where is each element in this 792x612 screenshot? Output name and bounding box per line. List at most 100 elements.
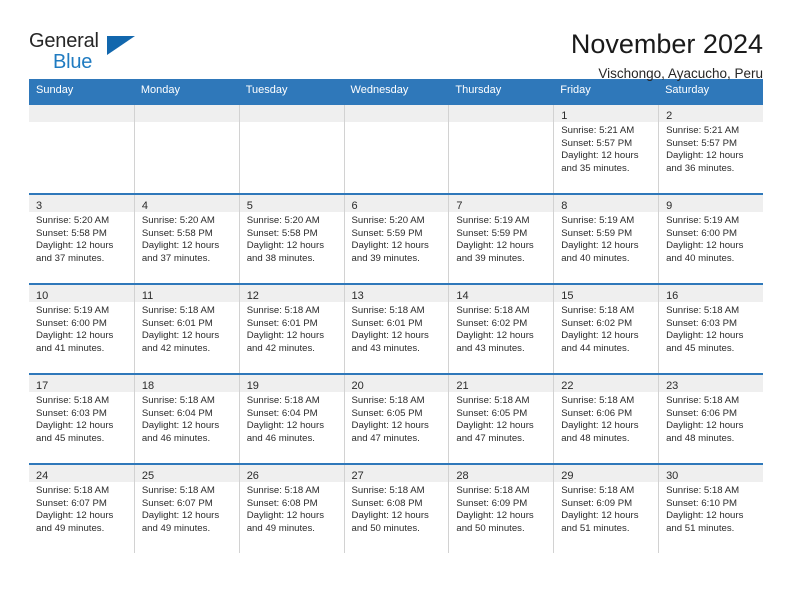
calendar-day-cell[interactable]: 27 Sunrise: 5:18 AM Sunset: 6:08 PM Dayligh… (343, 463, 449, 554)
calendar-day-cell (29, 103, 134, 194)
daylight-duration-line1: Daylight: 12 hours (456, 330, 534, 342)
calendar-day-cell[interactable]: 15 Sunrise: 5:18 AM Sunset: 6:02 PM Dayligh… (553, 283, 659, 374)
calendar-day-cell[interactable]: 21 Sunrise: 5:18 AM Sunset: 6:05 PM Dayligh… (448, 373, 554, 464)
sunrise-time: Sunrise: 5:18 AM (351, 485, 425, 496)
calendar-day-cell[interactable]: 11 Sunrise: 5:18 AM Sunset: 6:01 PM Dayligh… (133, 283, 239, 374)
sunset-time: Sunset: 5:58 PM (246, 227, 318, 239)
calendar-day-cell[interactable]: 29 Sunrise: 5:18 AM Sunset: 6:09 PM Dayligh… (553, 463, 659, 554)
day-number: 1 (561, 110, 568, 122)
day-details: Sunrise: 5:18 AM Sunset: 6:01 PM Daylight:… (345, 302, 449, 355)
calendar-day-cell[interactable]: 30 Sunrise: 5:18 AM Sunset: 6:10 PM Dayligh… (658, 463, 763, 554)
sunrise-time: Sunrise: 5:18 AM (456, 485, 530, 496)
day-details: Sunrise: 5:18 AM Sunset: 6:07 PM Daylight:… (135, 482, 239, 535)
sunrise-time: Sunrise: 5:18 AM (456, 395, 530, 406)
sunset-time: Sunset: 6:04 PM (246, 407, 318, 419)
day-number: 12 (246, 290, 259, 302)
day-cell-content: 18 Sunrise: 5:18 AM Sunset: 6:04 PM Dayligh… (133, 375, 239, 463)
day-cell-content: 25 Sunrise: 5:18 AM Sunset: 6:07 PM Dayligh… (133, 465, 239, 553)
calendar-day-cell[interactable]: 6 Sunrise: 5:20 AM Sunset: 5:59 PM Daylight… (343, 193, 449, 284)
sunset-time: Sunset: 6:07 PM (141, 497, 213, 509)
day-number: 6 (351, 200, 358, 212)
calendar-day-cell[interactable]: 7 Sunrise: 5:19 AM Sunset: 5:59 PM Daylight… (448, 193, 554, 284)
calendar-day-cell[interactable]: 9 Sunrise: 5:19 AM Sunset: 6:00 PM Daylight… (658, 193, 763, 284)
calendar-day-cell[interactable]: 19 Sunrise: 5:18 AM Sunset: 6:04 PM Dayligh… (238, 373, 344, 464)
day-details: Sunrise: 5:20 AM Sunset: 5:59 PM Daylight:… (345, 212, 449, 265)
day-cell-content: 27 Sunrise: 5:18 AM Sunset: 6:08 PM Dayligh… (343, 465, 449, 553)
day-number: 30 (666, 470, 679, 482)
sunset-time: Sunset: 5:57 PM (561, 137, 633, 149)
calendar-day-cell[interactable]: 3 Sunrise: 5:20 AM Sunset: 5:58 PM Daylight… (29, 193, 134, 284)
daylight-duration-line2: and 50 minutes. (351, 522, 420, 534)
sunrise-time: Sunrise: 5:18 AM (561, 305, 635, 316)
weekday-header-sunday: Sunday (29, 79, 134, 104)
day-details: Sunrise: 5:18 AM Sunset: 6:09 PM Daylight:… (449, 482, 553, 535)
day-number: 23 (666, 380, 679, 392)
calendar-day-cell[interactable]: 17 Sunrise: 5:18 AM Sunset: 6:03 PM Dayligh… (29, 373, 134, 464)
day-cell-content: 30 Sunrise: 5:18 AM Sunset: 6:10 PM Dayligh… (658, 465, 763, 553)
calendar-day-cell[interactable]: 12 Sunrise: 5:18 AM Sunset: 6:01 PM Dayligh… (238, 283, 344, 374)
sunrise-time: Sunrise: 5:18 AM (561, 395, 635, 406)
day-details: Sunrise: 5:18 AM Sunset: 6:07 PM Daylight:… (29, 482, 134, 535)
day-cell-content: 14 Sunrise: 5:18 AM Sunset: 6:02 PM Dayligh… (448, 285, 554, 373)
daylight-duration-line1: Daylight: 12 hours (36, 240, 114, 252)
calendar-day-cell[interactable]: 20 Sunrise: 5:18 AM Sunset: 6:05 PM Dayligh… (343, 373, 449, 464)
daylight-duration-line2: and 46 minutes. (246, 432, 315, 444)
sunrise-time: Sunrise: 5:20 AM (36, 215, 110, 226)
day-cell-content: 29 Sunrise: 5:18 AM Sunset: 6:09 PM Dayligh… (553, 465, 659, 553)
day-cell-content: 21 Sunrise: 5:18 AM Sunset: 6:05 PM Dayligh… (448, 375, 554, 463)
day-number-band: 17 (29, 375, 134, 392)
calendar-day-cell[interactable]: 23 Sunrise: 5:18 AM Sunset: 6:06 PM Dayligh… (658, 373, 763, 464)
sunrise-time: Sunrise: 5:21 AM (561, 125, 635, 136)
day-number-band: 1 (554, 105, 659, 122)
day-cell-content: 12 Sunrise: 5:18 AM Sunset: 6:01 PM Dayligh… (238, 285, 344, 373)
day-cell-content: 24 Sunrise: 5:18 AM Sunset: 6:07 PM Dayligh… (29, 465, 134, 553)
calendar-day-cell[interactable]: 14 Sunrise: 5:18 AM Sunset: 6:02 PM Dayligh… (448, 283, 554, 374)
daylight-duration-line1: Daylight: 12 hours (36, 420, 114, 432)
day-details: Sunrise: 5:18 AM Sunset: 6:03 PM Daylight:… (29, 392, 134, 445)
calendar-day-cell[interactable]: 16 Sunrise: 5:18 AM Sunset: 6:03 PM Dayligh… (658, 283, 763, 374)
sunrise-time: Sunrise: 5:18 AM (666, 305, 740, 316)
day-details: Sunrise: 5:18 AM Sunset: 6:08 PM Daylight:… (345, 482, 449, 535)
sunset-time: Sunset: 6:00 PM (36, 317, 107, 329)
day-number: 21 (456, 380, 469, 392)
sunset-time: Sunset: 6:00 PM (666, 227, 737, 239)
day-cell-content: 1 Sunrise: 5:21 AM Sunset: 5:57 PM Daylight… (553, 105, 659, 193)
calendar-day-cell[interactable]: 28 Sunrise: 5:18 AM Sunset: 6:09 PM Dayligh… (448, 463, 554, 554)
calendar-day-cell[interactable]: 13 Sunrise: 5:18 AM Sunset: 6:01 PM Dayligh… (343, 283, 449, 374)
calendar-week-row: 3 Sunrise: 5:20 AM Sunset: 5:58 PM Daylight… (29, 193, 763, 284)
calendar-day-cell[interactable]: 4 Sunrise: 5:20 AM Sunset: 5:58 PM Daylight… (133, 193, 239, 284)
day-number: 5 (246, 200, 253, 212)
sunset-time: Sunset: 5:58 PM (36, 227, 107, 239)
calendar-day-cell[interactable]: 10 Sunrise: 5:19 AM Sunset: 6:00 PM Dayligh… (29, 283, 134, 374)
day-cell-empty (343, 105, 449, 193)
calendar-day-cell[interactable]: 22 Sunrise: 5:18 AM Sunset: 6:06 PM Dayligh… (553, 373, 659, 464)
calendar-day-cell[interactable]: 5 Sunrise: 5:20 AM Sunset: 5:58 PM Daylight… (238, 193, 344, 284)
day-number-band: 22 (554, 375, 659, 392)
day-cell-content: 16 Sunrise: 5:18 AM Sunset: 6:03 PM Dayligh… (658, 285, 763, 373)
calendar-day-cell[interactable]: 1 Sunrise: 5:21 AM Sunset: 5:57 PM Daylight… (553, 103, 659, 194)
daylight-duration-line1: Daylight: 12 hours (456, 420, 534, 432)
sunrise-time: Sunrise: 5:19 AM (561, 215, 635, 226)
day-details: Sunrise: 5:18 AM Sunset: 6:01 PM Daylight:… (240, 302, 344, 355)
day-details: Sunrise: 5:18 AM Sunset: 6:09 PM Daylight:… (554, 482, 658, 535)
day-cell-content: 20 Sunrise: 5:18 AM Sunset: 6:05 PM Dayligh… (343, 375, 449, 463)
calendar-day-cell[interactable]: 8 Sunrise: 5:19 AM Sunset: 5:59 PM Daylight… (553, 193, 659, 284)
sunrise-time: Sunrise: 5:18 AM (246, 485, 320, 496)
day-cell-empty (448, 105, 554, 193)
general-blue-logo[interactable]: General Blue (29, 28, 145, 73)
sunrise-time: Sunrise: 5:18 AM (666, 395, 740, 406)
sunrise-time: Sunrise: 5:19 AM (666, 215, 740, 226)
sunrise-time: Sunrise: 5:20 AM (141, 215, 215, 226)
day-number-band: 19 (239, 375, 344, 392)
daylight-duration-line2: and 47 minutes. (351, 432, 420, 444)
logo-triangle-icon (107, 36, 135, 55)
calendar-day-cell[interactable]: 2 Sunrise: 5:21 AM Sunset: 5:57 PM Daylight… (658, 103, 763, 194)
daylight-duration-line2: and 39 minutes. (456, 252, 525, 264)
daylight-duration-line1: Daylight: 12 hours (666, 420, 744, 432)
calendar-week-row: 17 Sunrise: 5:18 AM Sunset: 6:03 PM Dayligh… (29, 373, 763, 464)
calendar-day-cell[interactable]: 25 Sunrise: 5:18 AM Sunset: 6:07 PM Dayligh… (133, 463, 239, 554)
calendar-day-cell[interactable]: 26 Sunrise: 5:18 AM Sunset: 6:08 PM Dayligh… (238, 463, 344, 554)
calendar-day-cell[interactable]: 24 Sunrise: 5:18 AM Sunset: 6:07 PM Dayligh… (29, 463, 134, 554)
calendar-day-cell[interactable]: 18 Sunrise: 5:18 AM Sunset: 6:04 PM Dayligh… (133, 373, 239, 464)
day-number: 28 (456, 470, 469, 482)
